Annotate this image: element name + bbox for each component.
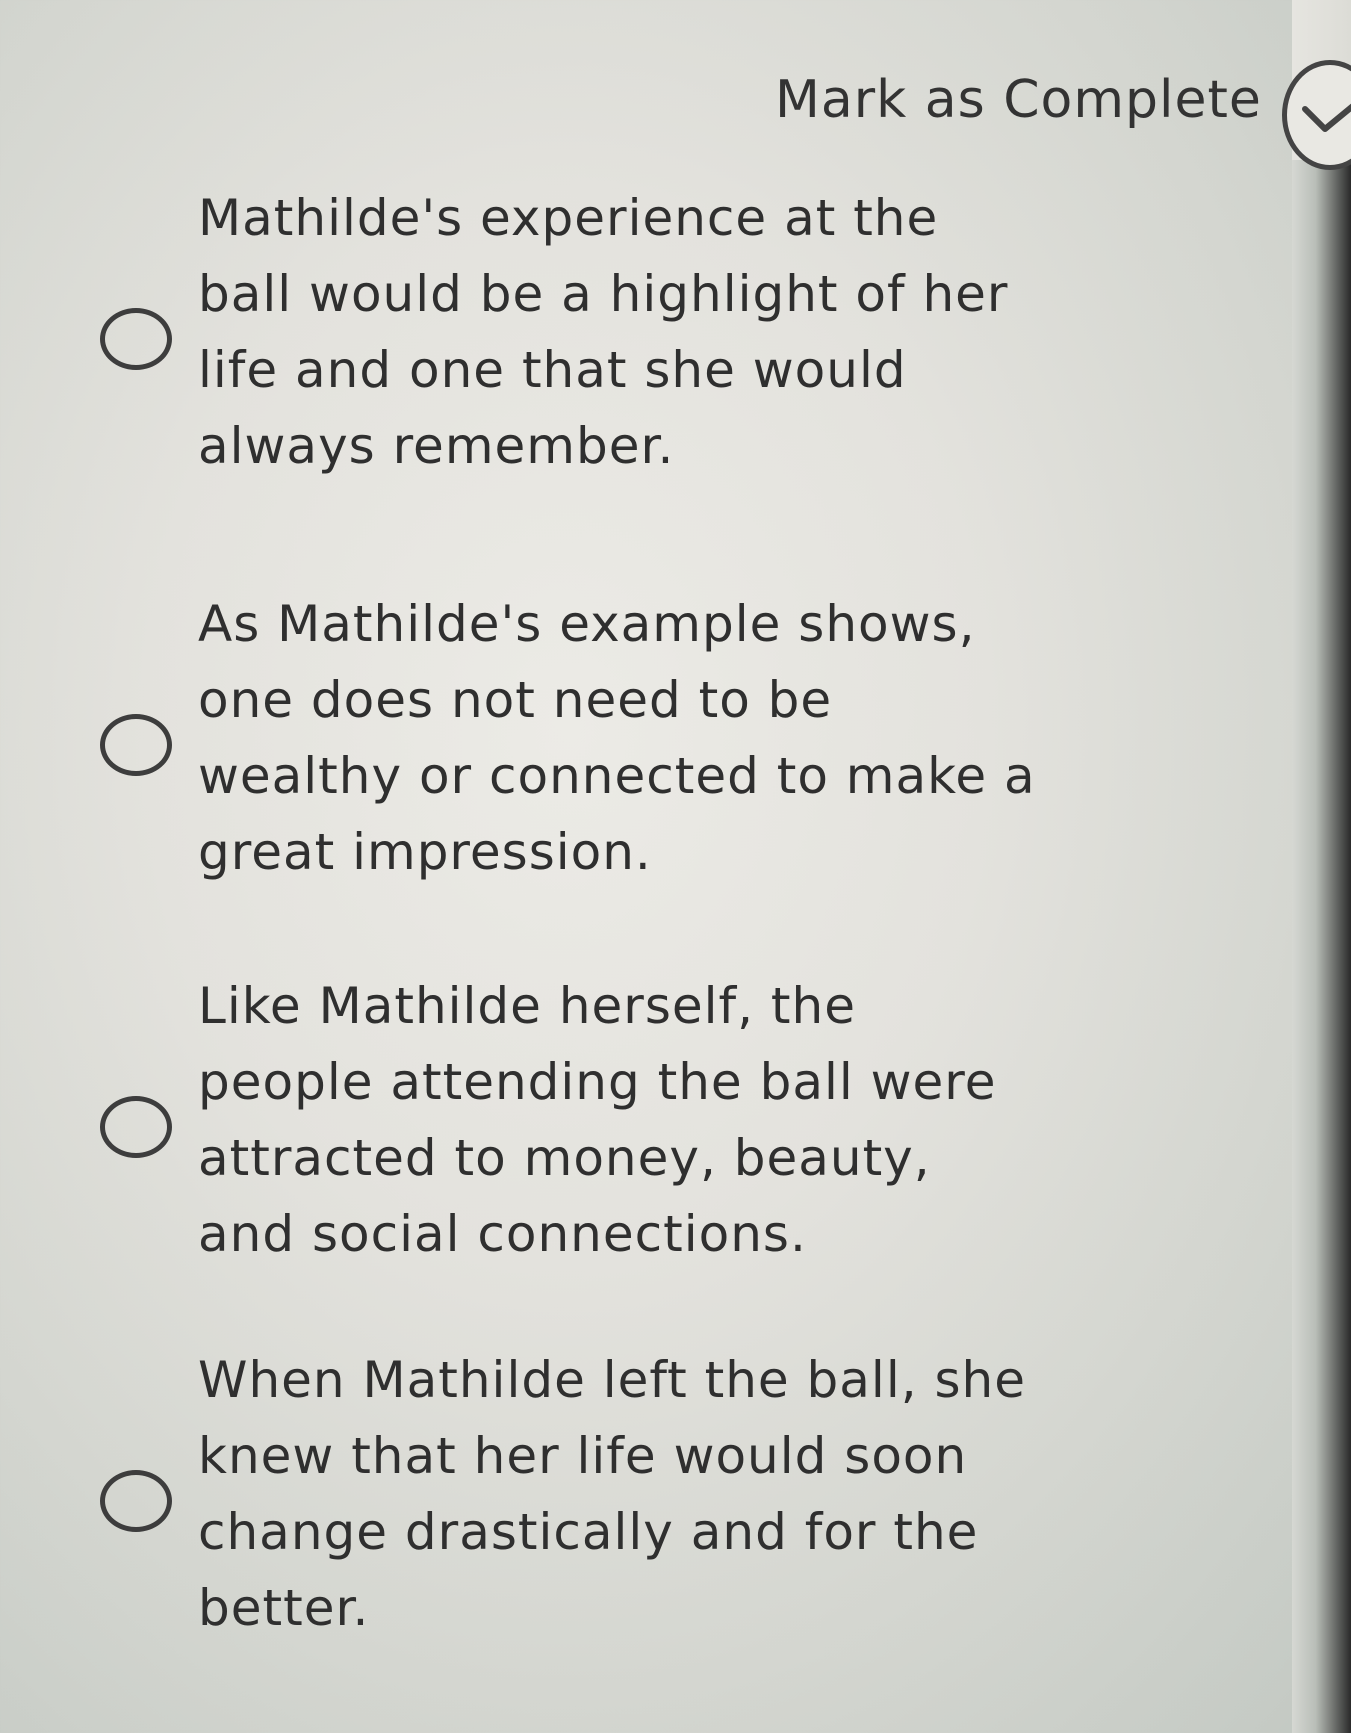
radio-button[interactable] (100, 714, 172, 776)
answer-option-4[interactable]: When Mathilde left the ball, she knew th… (0, 1342, 1292, 1672)
radio-button[interactable] (100, 1096, 172, 1158)
answer-option-label: When Mathilde left the ball, she knew th… (198, 1351, 1026, 1637)
header: Mark as Complete (0, 30, 1351, 170)
radio-button[interactable] (100, 308, 172, 370)
quiz-page: Mark as Complete Mathilde's experience a… (0, 0, 1351, 1733)
answer-option-label: Like Mathilde herself, the people attend… (198, 977, 997, 1263)
answer-option-2[interactable]: As Mathilde's example shows, one does no… (0, 586, 1292, 916)
checkmark-icon (1302, 103, 1351, 132)
answer-option-label: As Mathilde's example shows, one does no… (198, 595, 1036, 881)
answer-option-3[interactable]: Like Mathilde herself, the people attend… (0, 968, 1292, 1298)
screen-edge (1292, 160, 1351, 1733)
radio-button[interactable] (100, 1470, 172, 1532)
mark-as-complete-label[interactable]: Mark as Complete (775, 70, 1262, 130)
answer-option-1[interactable]: Mathilde's experience at the ball would … (0, 180, 1292, 510)
answer-option-label: Mathilde's experience at the ball would … (198, 189, 1009, 475)
